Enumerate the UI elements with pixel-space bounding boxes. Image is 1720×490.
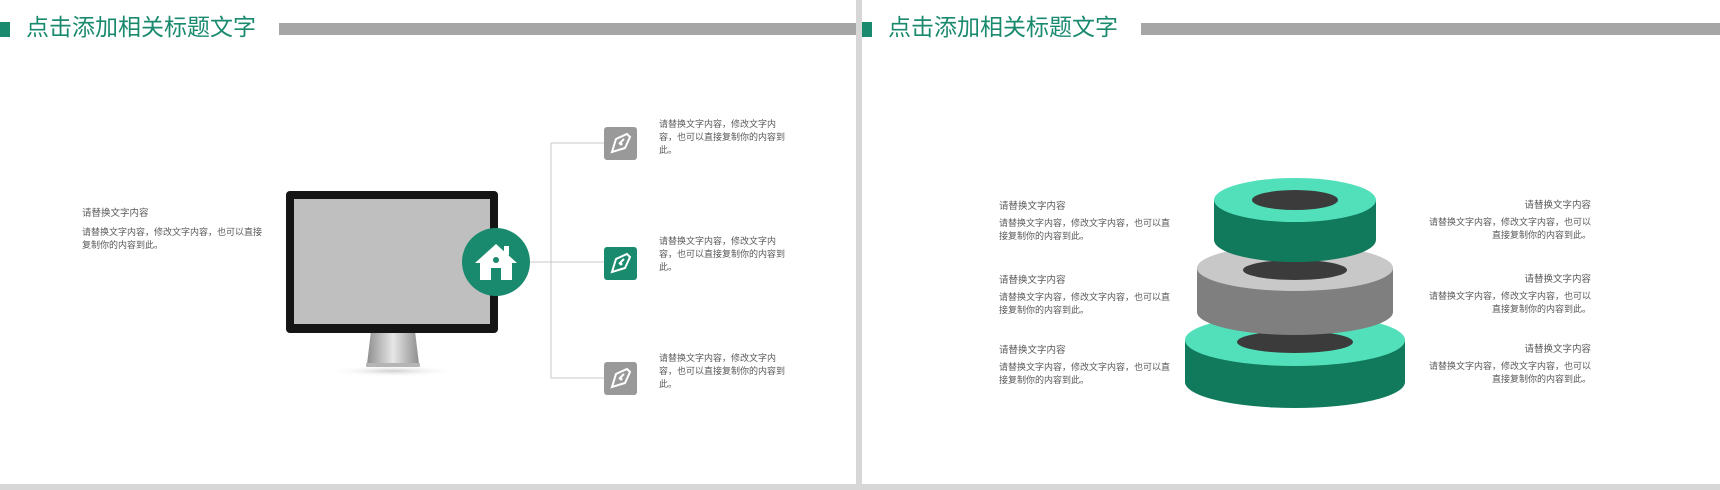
intro-heading[interactable]: 请替换文字内容 — [82, 207, 262, 220]
item-text-1[interactable]: 请替换文字内容，修改文字内容，也可以直接复制你的内容到此。 — [659, 119, 791, 158]
right-item-heading-2[interactable]: 请替换文字内容 — [1428, 273, 1591, 286]
right-item-body-3[interactable]: 请替换文字内容，修改文字内容，也可以直接复制你的内容到此。 — [1428, 361, 1591, 387]
left-item-heading-3[interactable]: 请替换文字内容 — [999, 344, 1174, 357]
left-item-heading-1[interactable]: 请替换文字内容 — [999, 200, 1174, 213]
pen-icon[interactable] — [604, 247, 637, 280]
bottom-bar — [0, 484, 1720, 490]
right-item-heading-1[interactable]: 请替换文字内容 — [1428, 199, 1591, 212]
ring-top — [1214, 178, 1376, 262]
monitor-icon — [286, 191, 498, 377]
left-item-heading-2[interactable]: 请替换文字内容 — [999, 274, 1174, 287]
pen-icon[interactable] — [604, 127, 637, 160]
home-icon[interactable] — [462, 228, 530, 296]
left-item-body-1[interactable]: 请替换文字内容，修改文字内容，也可以直接复制你的内容到此。 — [999, 218, 1174, 244]
right-item-body-1[interactable]: 请替换文字内容，修改文字内容，也可以直接复制你的内容到此。 — [1428, 217, 1591, 243]
right-item-body-2[interactable]: 请替换文字内容，修改文字内容，也可以直接复制你的内容到此。 — [1428, 291, 1591, 317]
item-text-3[interactable]: 请替换文字内容，修改文字内容，也可以直接复制你的内容到此。 — [659, 353, 791, 392]
stacked-rings-diagram — [1185, 178, 1405, 408]
item-text-2[interactable]: 请替换文字内容，修改文字内容，也可以直接复制你的内容到此。 — [659, 236, 791, 275]
slide-left: 点击添加相关标题文字 请替换文字内容 请替换文字内容，修改文字内容，也可以直接复… — [0, 0, 856, 484]
right-item-heading-3[interactable]: 请替换文字内容 — [1428, 343, 1591, 356]
slide-right: 点击添加相关标题文字 请替换文字内容 请替换文字内容，修改文字内容，也可以直接复… — [862, 0, 1720, 484]
left-item-body-3[interactable]: 请替换文字内容，修改文字内容，也可以直接复制你的内容到此。 — [999, 362, 1174, 388]
intro-body[interactable]: 请替换文字内容，修改文字内容，也可以直接复制你的内容到此。 — [82, 227, 262, 253]
connector-lines — [528, 142, 604, 379]
pen-icon[interactable] — [604, 362, 637, 395]
left-item-body-2[interactable]: 请替换文字内容，修改文字内容，也可以直接复制你的内容到此。 — [999, 292, 1174, 318]
